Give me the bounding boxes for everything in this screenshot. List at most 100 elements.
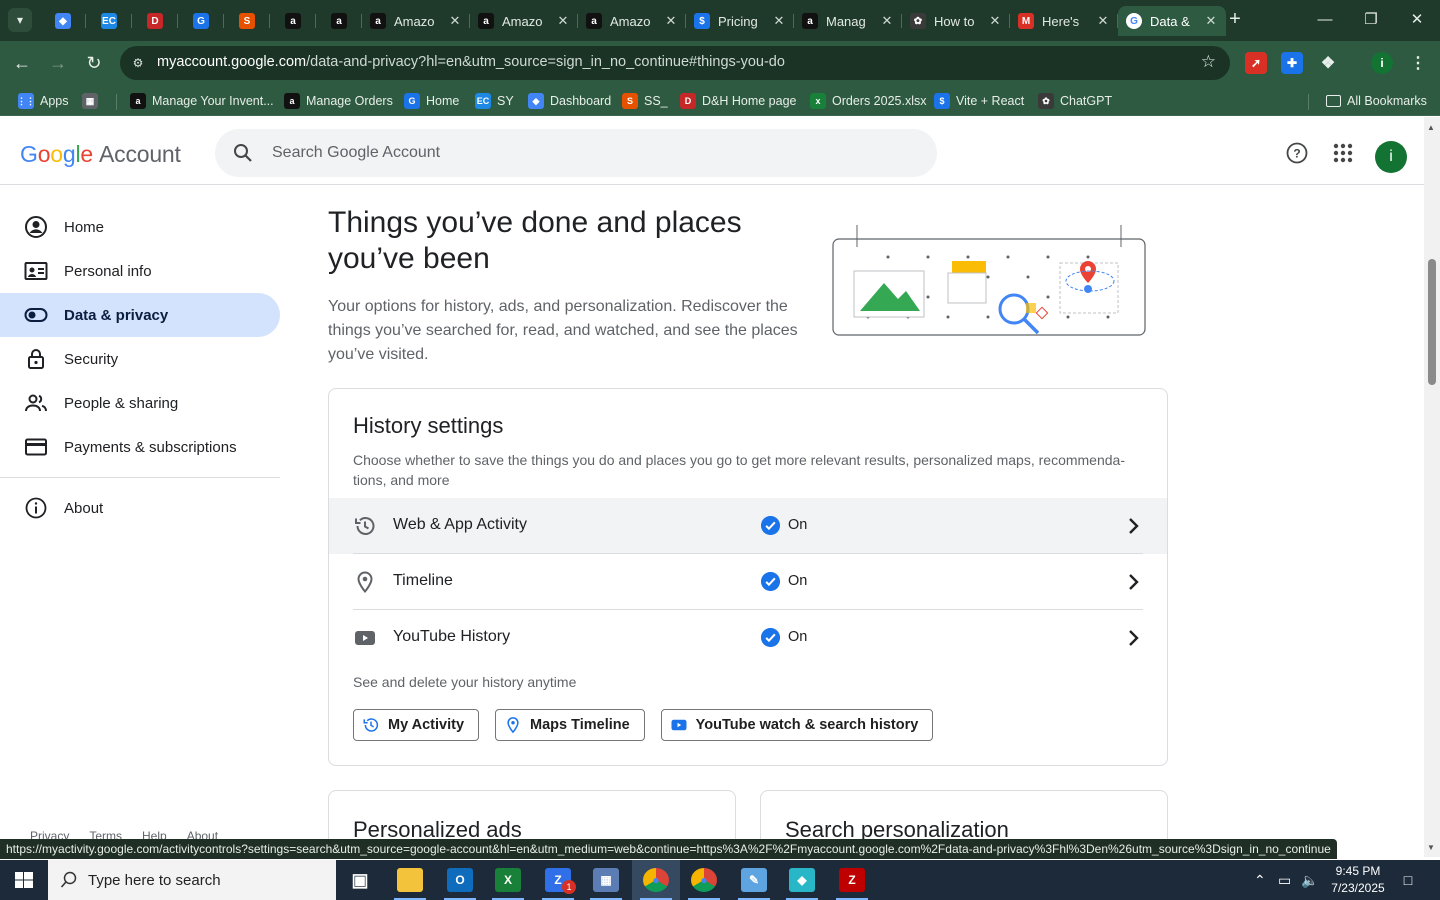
browser-tab[interactable]: a [270, 6, 316, 36]
page-viewport: GoogleAccount ? i Home Personal info Data … [0, 117, 1440, 857]
sidebar-item-about[interactable]: About [0, 486, 280, 530]
bookmark-item[interactable]: x Orders 2025.xlsx [810, 91, 926, 111]
browser-tab[interactable]: D [132, 6, 178, 36]
close-tab-icon[interactable]: ✕ [988, 13, 1002, 29]
taskbar-app[interactable]: ● [680, 860, 728, 900]
bookmark-item[interactable]: ◆ Dashboard [528, 91, 611, 111]
bookmark-item[interactable]: S SS_ [622, 91, 668, 111]
browser-tab[interactable]: EC [86, 6, 132, 36]
bookmark-item[interactable]: ✿ ChatGPT [1038, 91, 1112, 111]
close-tab-icon[interactable]: ✕ [880, 13, 894, 29]
close-tab-icon[interactable]: ✕ [1096, 13, 1110, 29]
sidebar-item-people-sharing[interactable]: People & sharing [0, 381, 280, 425]
bookmark-item[interactable]: $ Vite + React [934, 91, 1024, 111]
close-window-button[interactable]: ✕ [1394, 0, 1440, 40]
maps-timeline-button[interactable]: Maps Timeline [495, 709, 645, 741]
taskbar-clock[interactable]: 9:45 PM 7/23/2025 [1322, 863, 1394, 897]
bookmark-star-icon[interactable]: ☆ [1201, 52, 1216, 72]
back-button[interactable]: ← [8, 49, 36, 77]
sidebar-item-home[interactable]: Home [0, 205, 280, 249]
bookmark-item[interactable]: ⋮⋮ Apps [17, 91, 69, 111]
sidebar-item-personal-info[interactable]: Personal info [0, 249, 280, 293]
taskbar-app[interactable]: ▦ [582, 860, 630, 900]
browser-tab[interactable]: M Here's ✕ [1010, 6, 1118, 36]
close-tab-icon[interactable]: ✕ [448, 13, 462, 29]
site-info-icon[interactable]: ⚙ [130, 55, 146, 71]
history-row[interactable]: YouTube History On [329, 610, 1167, 666]
sidebar-item-data-privacy[interactable]: Data & privacy [0, 293, 280, 337]
bookmark-label: D&H Home page [702, 94, 797, 108]
history-clock-icon [363, 718, 379, 732]
restore-button[interactable]: ❐ [1348, 0, 1394, 40]
bookmark-item[interactable]: EC SY [475, 91, 514, 111]
windows-start-icon[interactable] [0, 860, 48, 900]
scroll-up-arrow-icon[interactable]: ▲ [1427, 123, 1435, 132]
taskbar-search-box[interactable]: Type here to search [48, 860, 336, 900]
volume-icon[interactable]: 🔈 [1301, 860, 1318, 900]
tab-search-dropdown-icon[interactable]: ▾ [8, 8, 32, 32]
taskbar-app[interactable] [386, 860, 434, 900]
history-row[interactable]: Timeline On [329, 554, 1167, 610]
youtube-watch-search-history-button[interactable]: YouTube watch & search history [660, 709, 934, 741]
dh-icon: D [147, 13, 163, 29]
tab-title: Amazo [610, 13, 651, 29]
help-icon[interactable]: ? [1285, 141, 1309, 165]
profile-avatar-icon[interactable]: i [1371, 52, 1393, 74]
browser-tab[interactable]: ✿ How to ✕ [902, 6, 1010, 36]
browser-tab[interactable]: a Amazo ✕ [362, 6, 470, 36]
account-avatar[interactable]: i [1375, 141, 1407, 173]
taskbar-app[interactable]: ✎ [730, 860, 778, 900]
all-bookmarks-button[interactable]: All Bookmarks [1326, 91, 1427, 111]
sidebar-item-security[interactable]: Security [0, 337, 280, 381]
apps-grid-icon: ⋮⋮ [17, 93, 35, 109]
taskbar-app[interactable]: ◆ [778, 860, 826, 900]
url-text[interactable]: myaccount.google.com/data-and-privacy?hl… [157, 54, 785, 70]
new-tab-button[interactable]: + [1224, 8, 1246, 30]
taskbar-app[interactable]: ● [632, 860, 680, 900]
bookmark-item[interactable]: ▦ [82, 91, 104, 111]
account-search-box[interactable] [215, 129, 937, 177]
bookmark-item[interactable]: G Home [404, 91, 459, 111]
bookmark-item[interactable]: a Manage Orders [284, 91, 393, 111]
taskbar-app[interactable]: O [436, 860, 484, 900]
browser-tab[interactable]: S [224, 6, 270, 36]
history-row[interactable]: Web & App Activity On [329, 498, 1167, 554]
browser-tab[interactable]: a Manag ✕ [794, 6, 902, 36]
close-tab-icon[interactable]: ✕ [1204, 13, 1218, 29]
network-icon[interactable]: ▭ [1278, 860, 1291, 900]
show-hidden-icons-icon[interactable]: ⌃ [1254, 860, 1266, 900]
extension-blue-icon[interactable]: ✚ [1281, 52, 1303, 74]
bookmark-item[interactable]: D D&H Home page [680, 91, 797, 111]
reload-button[interactable]: ↻ [80, 49, 108, 77]
page-scrollbar[interactable]: ▲ ▼ [1424, 117, 1440, 857]
browser-tab[interactable]: a Amazo ✕ [578, 6, 686, 36]
taskbar-app[interactable]: Z1 [534, 860, 582, 900]
close-tab-icon[interactable]: ✕ [556, 13, 570, 29]
sidebar-item-payments-subscriptions[interactable]: Payments & subscriptions [0, 425, 280, 469]
scrollbar-thumb[interactable] [1428, 259, 1436, 385]
google-account-logo[interactable]: Google Account [20, 141, 181, 168]
forward-button[interactable]: → [44, 49, 72, 77]
scroll-down-arrow-icon[interactable]: ▼ [1427, 843, 1435, 852]
google-apps-icon[interactable] [1331, 141, 1355, 165]
browser-tab[interactable]: $ Pricing ✕ [686, 6, 794, 36]
close-tab-icon[interactable]: ✕ [772, 13, 786, 29]
extensions-puzzle-icon[interactable]: ❖ [1317, 52, 1339, 74]
taskbar-app[interactable]: Z [828, 860, 876, 900]
browser-tab[interactable]: ◆ [40, 6, 86, 36]
browser-tab[interactable]: a [316, 6, 362, 36]
bookmark-item[interactable]: a Manage Your Invent... [130, 91, 274, 111]
tab-active[interactable]: G Data & ✕ [1118, 6, 1226, 36]
extension-red-icon[interactable]: ➚ [1245, 52, 1267, 74]
taskbar-app[interactable]: X [484, 860, 532, 900]
close-tab-icon[interactable]: ✕ [664, 13, 678, 29]
taskbar-app[interactable]: ▣ [336, 860, 384, 900]
minimize-button[interactable]: — [1302, 0, 1348, 40]
browser-tab[interactable]: a Amazo ✕ [470, 6, 578, 36]
account-search-input[interactable] [272, 139, 872, 167]
notifications-icon[interactable]: □ [1396, 860, 1420, 900]
chrome-menu-icon[interactable]: ⋮ [1407, 52, 1429, 74]
browser-tab[interactable]: G [178, 6, 224, 36]
address-bar[interactable]: ⚙ myaccount.google.com/data-and-privacy?… [120, 46, 1230, 80]
my-activity-button[interactable]: My Activity [353, 709, 480, 741]
